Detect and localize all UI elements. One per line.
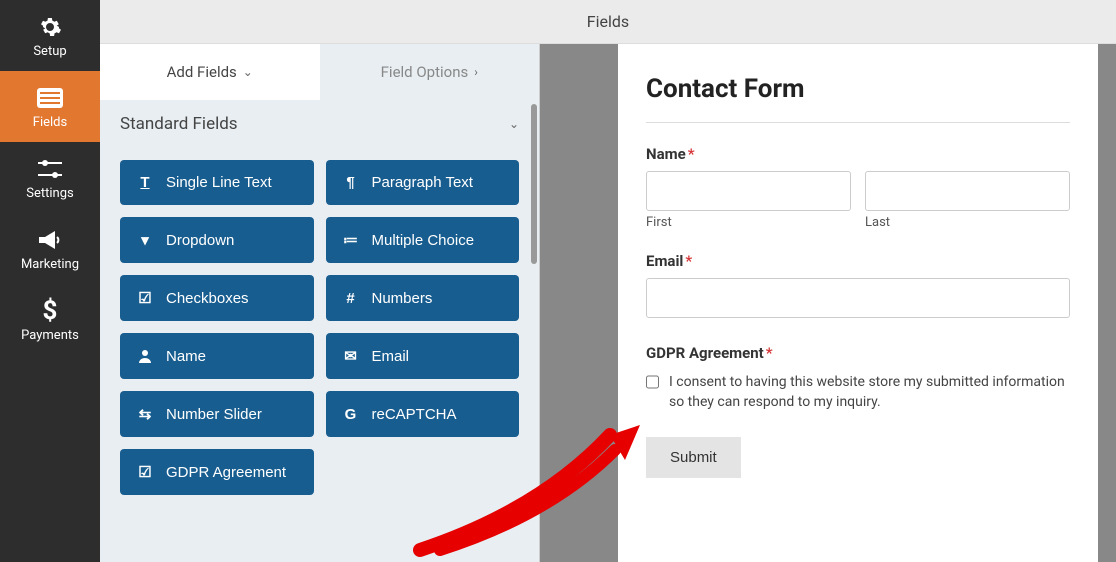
chevron-right-icon: ›	[474, 65, 478, 79]
list-icon: ≔	[342, 231, 360, 249]
field-recaptcha[interactable]: GreCAPTCHA	[326, 391, 520, 437]
required-asterisk: *	[766, 344, 773, 362]
field-label: Multiple Choice	[372, 232, 475, 249]
field-email-preview[interactable]: Email*	[646, 252, 1070, 318]
first-sublabel: First	[646, 215, 851, 230]
field-label: Number Slider	[166, 406, 262, 423]
sliders-icon	[38, 156, 62, 182]
panel-gutter	[540, 44, 600, 562]
user-icon	[136, 349, 154, 363]
slider-icon: ⇆	[136, 405, 154, 423]
tab-field-options[interactable]: Field Options ›	[320, 44, 540, 100]
sidebar-item-setup[interactable]: Setup	[0, 0, 100, 71]
sidebar-item-label: Fields	[33, 115, 67, 130]
megaphone-icon	[37, 227, 63, 253]
field-gdpr-agreement[interactable]: ☑ GDPR Agreement	[120, 449, 314, 495]
sidebar-item-label: Setup	[33, 44, 66, 59]
envelope-icon: ✉	[342, 347, 360, 365]
divider	[646, 122, 1070, 123]
field-label: Single Line Text	[166, 174, 272, 191]
tab-label: Field Options	[381, 63, 469, 81]
chevron-down-icon: ⌄	[509, 117, 519, 131]
form-preview-pane: Contact Form Name* First Last	[600, 44, 1116, 562]
tab-add-fields[interactable]: Add Fields ⌄	[100, 44, 320, 100]
field-email[interactable]: ✉ Email	[326, 333, 520, 379]
paragraph-icon: ¶	[342, 174, 360, 191]
field-label: reCAPTCHA	[372, 406, 457, 423]
checkbox-icon: ☑	[136, 463, 154, 481]
field-label: Paragraph Text	[372, 174, 473, 191]
field-label: Email	[372, 348, 410, 365]
scrollbar-thumb[interactable]	[531, 104, 537, 264]
field-label: Checkboxes	[166, 290, 249, 307]
sidebar-item-label: Settings	[26, 186, 73, 201]
field-label: Name	[166, 348, 206, 365]
chevron-down-icon: ⌄	[243, 65, 253, 79]
field-name-preview[interactable]: Name* First Last	[646, 145, 1070, 230]
field-label: Dropdown	[166, 232, 234, 249]
consent-checkbox[interactable]	[646, 374, 659, 390]
sidebar-item-marketing[interactable]: Marketing	[0, 213, 100, 284]
email-label: Email*	[646, 252, 1070, 270]
email-input[interactable]	[646, 278, 1070, 318]
form-title: Contact Form	[646, 74, 1070, 104]
page-title-bar: Fields	[100, 0, 1116, 44]
dollar-icon: $	[43, 298, 58, 324]
hash-icon: #	[342, 290, 360, 307]
field-label: GDPR Agreement	[166, 464, 286, 481]
sidebar-item-settings[interactable]: Settings	[0, 142, 100, 213]
gdpr-label: GDPR Agreement*	[646, 344, 1070, 362]
last-sublabel: Last	[865, 215, 1070, 230]
field-paragraph-text[interactable]: ¶ Paragraph Text	[326, 160, 520, 205]
section-standard-fields[interactable]: Standard Fields ⌄	[100, 100, 539, 148]
field-gdpr-preview[interactable]: GDPR Agreement* I consent to having this…	[646, 344, 1070, 413]
last-name-input[interactable]	[865, 171, 1070, 211]
field-dropdown[interactable]: ▾ Dropdown	[120, 217, 314, 263]
tab-label: Add Fields	[167, 63, 237, 81]
field-numbers[interactable]: # Numbers	[326, 275, 520, 321]
first-name-input[interactable]	[646, 171, 851, 211]
recaptcha-icon: G	[342, 406, 360, 423]
submit-button[interactable]: Submit	[646, 437, 741, 478]
field-number-slider[interactable]: ⇆ Number Slider	[120, 391, 314, 437]
required-asterisk: *	[688, 145, 695, 163]
section-title: Standard Fields	[120, 114, 238, 134]
field-multiple-choice[interactable]: ≔ Multiple Choice	[326, 217, 520, 263]
sidebar-item-fields[interactable]: Fields	[0, 71, 100, 142]
sidebar-item-label: Payments	[21, 328, 79, 343]
dropdown-icon: ▾	[136, 231, 154, 249]
required-asterisk: *	[685, 252, 692, 270]
list-icon	[37, 85, 63, 111]
checkbox-icon: ☑	[136, 289, 154, 307]
sidebar-item-payments[interactable]: $ Payments	[0, 284, 100, 355]
fields-panel: Add Fields ⌄ Field Options › Standard Fi…	[100, 44, 540, 562]
gear-icon	[38, 14, 62, 40]
field-name[interactable]: Name	[120, 333, 314, 379]
consent-text: I consent to having this website store m…	[669, 372, 1070, 413]
text-icon: T	[136, 174, 154, 191]
name-label: Name*	[646, 145, 1070, 163]
field-label: Numbers	[372, 290, 433, 307]
field-single-line-text[interactable]: T Single Line Text	[120, 160, 314, 205]
field-checkboxes[interactable]: ☑ Checkboxes	[120, 275, 314, 321]
page-title: Fields	[587, 12, 629, 31]
sidebar-item-label: Marketing	[21, 257, 79, 272]
form-preview: Contact Form Name* First Last	[618, 44, 1098, 562]
app-sidebar: Setup Fields Settings Marketing $ Paymen…	[0, 0, 100, 562]
